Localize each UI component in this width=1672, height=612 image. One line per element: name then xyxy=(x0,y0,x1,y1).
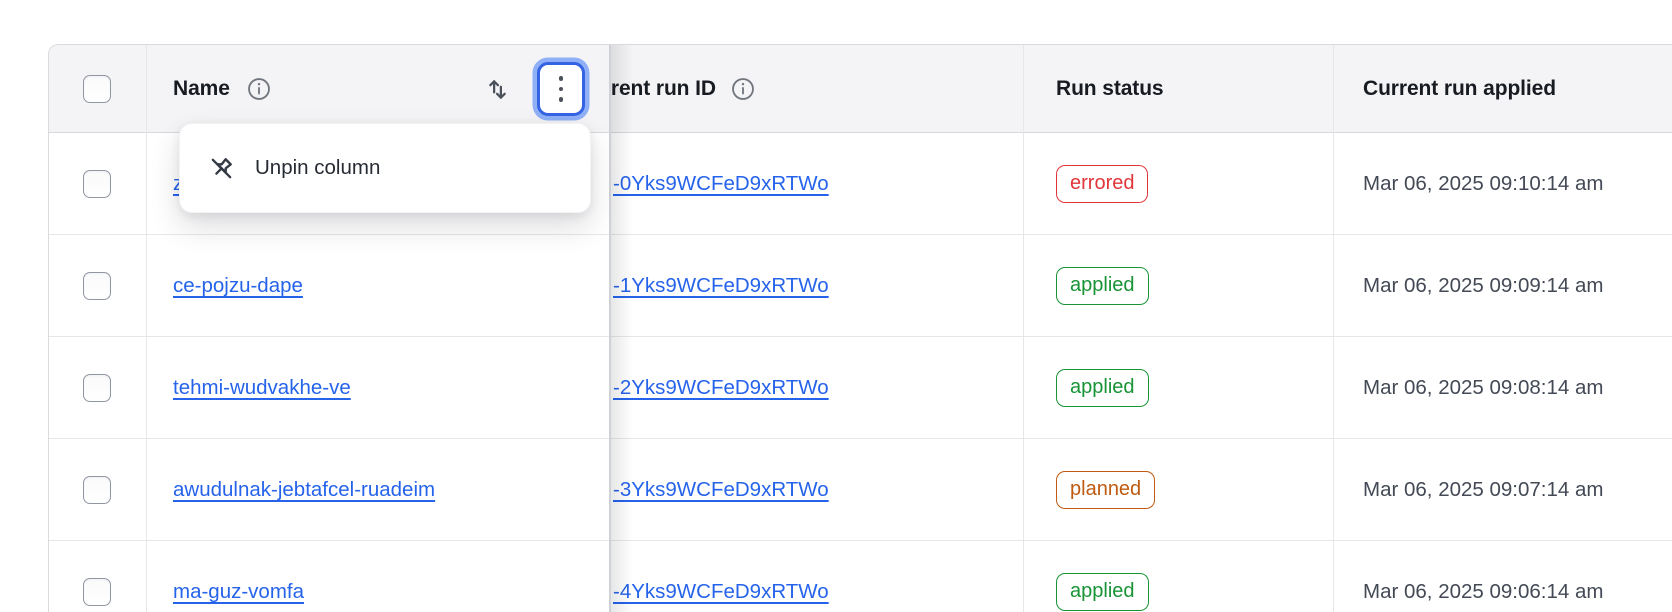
pin-off-icon xyxy=(208,155,235,182)
row-checkbox[interactable] xyxy=(83,578,111,606)
applied-at-text: Mar 06, 2025 09:07:14 am xyxy=(1363,478,1603,502)
runs-table: Current run ID Run status Current run ap… xyxy=(48,44,1672,612)
sort-toggle-button[interactable] xyxy=(484,76,511,103)
status-badge-wrap: planned xyxy=(1056,471,1155,509)
name-link[interactable]: ma-guz-vomfa xyxy=(173,580,304,604)
pinned-column-divider xyxy=(609,45,611,612)
menu-item-label: Unpin column xyxy=(255,156,380,180)
info-icon[interactable] xyxy=(246,76,272,102)
applied-at-text: Mar 06, 2025 09:09:14 am xyxy=(1363,274,1603,298)
name-link[interactable]: ce-pojzu-dape xyxy=(173,274,303,298)
name-link[interactable]: tehmi-wudvakhe-ve xyxy=(173,376,351,400)
row-checkbox[interactable] xyxy=(83,170,111,198)
menu-item-unpin-column[interactable]: Unpin column xyxy=(208,124,590,212)
status-badge: applied xyxy=(1056,267,1149,305)
applied-at-text: Mar 06, 2025 09:06:14 am xyxy=(1363,580,1603,604)
name-column-header: Name xyxy=(173,76,272,102)
row-checkbox[interactable] xyxy=(83,272,111,300)
applied-at-text: Mar 06, 2025 09:08:14 am xyxy=(1363,376,1603,400)
sort-arrows-icon xyxy=(484,76,511,103)
select-all-checkbox[interactable] xyxy=(83,75,111,103)
row-checkbox[interactable] xyxy=(83,374,111,402)
info-icon[interactable] xyxy=(730,76,756,102)
status-badge-wrap: applied xyxy=(1056,267,1149,305)
run-id-link[interactable]: -1Yks9WCFeD9xRTWo xyxy=(613,274,829,298)
status-badge: planned xyxy=(1056,471,1155,509)
status-badge-wrap: errored xyxy=(1056,165,1148,203)
run-id-link[interactable]: -0Yks9WCFeD9xRTWo xyxy=(613,172,829,196)
pinned-columns-header xyxy=(49,45,611,133)
name-column-menu-button[interactable] xyxy=(537,62,585,116)
current-run-applied-column-header: Current run applied xyxy=(1363,77,1556,101)
run-status-column-header: Run status xyxy=(1056,77,1164,101)
status-badge-wrap: applied xyxy=(1056,573,1149,611)
status-badge: applied xyxy=(1056,573,1149,611)
status-badge: errored xyxy=(1056,165,1148,203)
status-badge: applied xyxy=(1056,369,1149,407)
kebab-icon xyxy=(559,76,564,102)
column-menu-dropdown: Unpin column xyxy=(179,123,591,213)
row-checkbox[interactable] xyxy=(83,476,111,504)
run-id-link[interactable]: -3Yks9WCFeD9xRTWo xyxy=(613,478,829,502)
applied-at-text: Mar 06, 2025 09:10:14 am xyxy=(1363,172,1603,196)
run-id-link[interactable]: -2Yks9WCFeD9xRTWo xyxy=(613,376,829,400)
runs-table-screen: Current run ID Run status Current run ap… xyxy=(0,0,1672,612)
current-run-applied-column-label: Current run applied xyxy=(1363,77,1556,101)
run-status-column-label: Run status xyxy=(1056,77,1164,101)
name-column-label: Name xyxy=(173,77,230,101)
status-badge-wrap: applied xyxy=(1056,369,1149,407)
run-id-link[interactable]: -4Yks9WCFeD9xRTWo xyxy=(613,580,829,604)
name-link[interactable]: awudulnak-jebtafcel-ruadeim xyxy=(173,478,435,502)
